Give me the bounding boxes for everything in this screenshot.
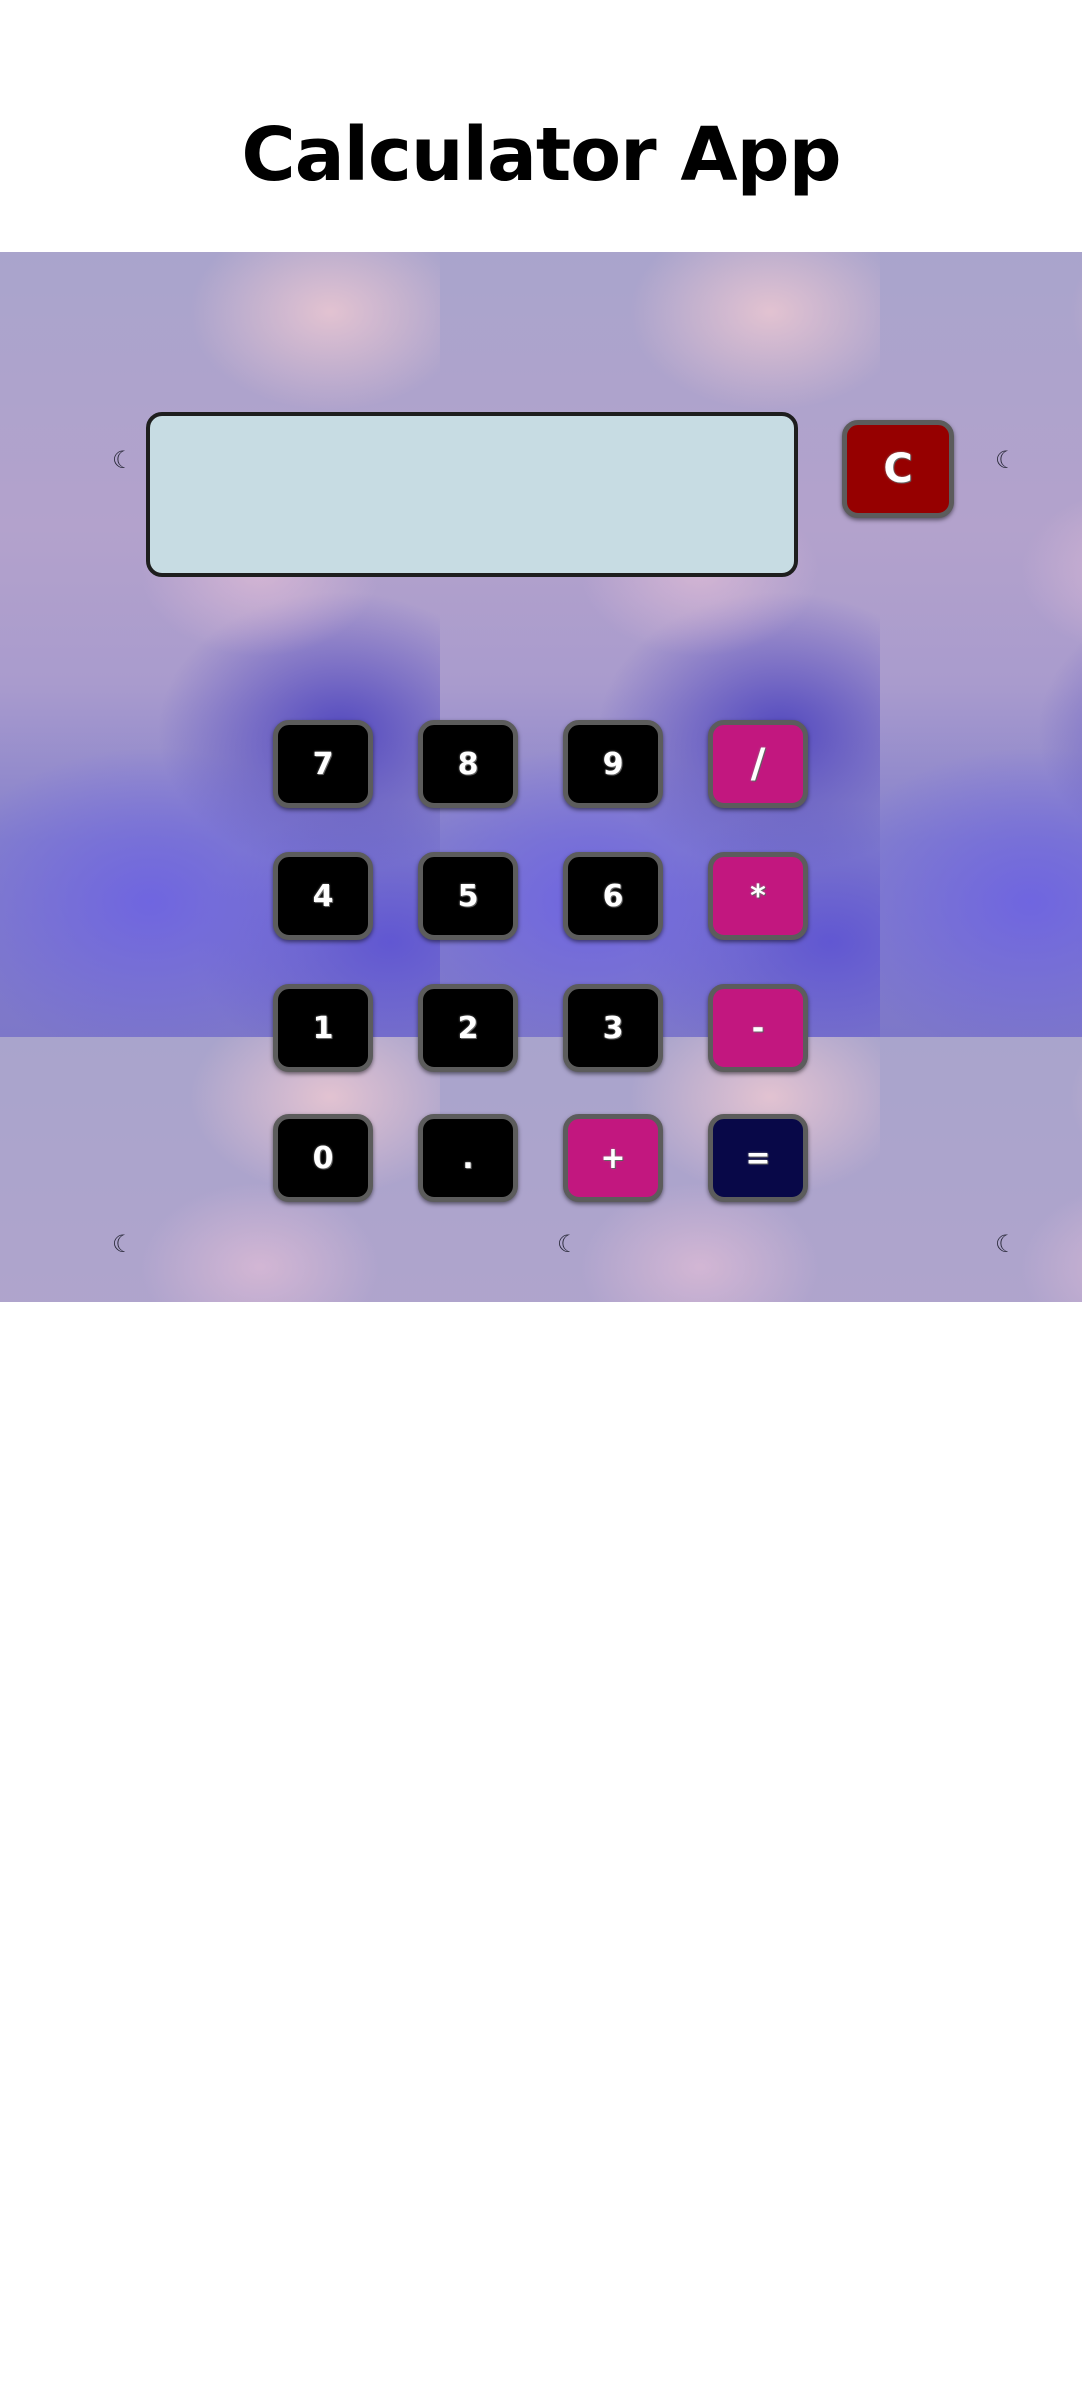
page-title: Calculator App [241,112,841,198]
crescent-moon-icon: ☾ [995,446,1017,474]
decimal-button[interactable]: . [418,1114,518,1202]
digit-2-button[interactable]: 2 [418,984,518,1072]
crescent-moon-icon: ☾ [557,1230,579,1258]
digit-9-button[interactable]: 9 [563,720,663,808]
crescent-moon-icon: ☾ [995,1230,1017,1258]
background-scene: ☾ ☾ ☾ ☾ ☾ [0,252,1082,1302]
crescent-moon-icon: ☾ [112,1230,134,1258]
digit-8-button[interactable]: 8 [418,720,518,808]
background-tile [0,252,440,1037]
divide-button[interactable]: / [708,720,808,808]
add-button[interactable]: + [563,1114,663,1202]
digit-6-button[interactable]: 6 [563,852,663,940]
digit-5-button[interactable]: 5 [418,852,518,940]
calculator-page: Calculator App ☾ ☾ ☾ ☾ ☾ C 7 8 9 / 4 5 6… [0,0,1082,2399]
background-tile [880,252,1082,1037]
digit-0-button[interactable]: 0 [273,1114,373,1202]
multiply-button[interactable]: * [708,852,808,940]
digit-4-button[interactable]: 4 [273,852,373,940]
digit-3-button[interactable]: 3 [563,984,663,1072]
digit-7-button[interactable]: 7 [273,720,373,808]
digit-1-button[interactable]: 1 [273,984,373,1072]
calculator-display[interactable] [146,412,798,577]
subtract-button[interactable]: - [708,984,808,1072]
clear-button[interactable]: C [842,420,954,518]
crescent-moon-icon: ☾ [112,446,134,474]
background-tile [0,1037,440,1302]
equals-button[interactable]: = [708,1114,808,1202]
background-tile [880,1037,1082,1302]
